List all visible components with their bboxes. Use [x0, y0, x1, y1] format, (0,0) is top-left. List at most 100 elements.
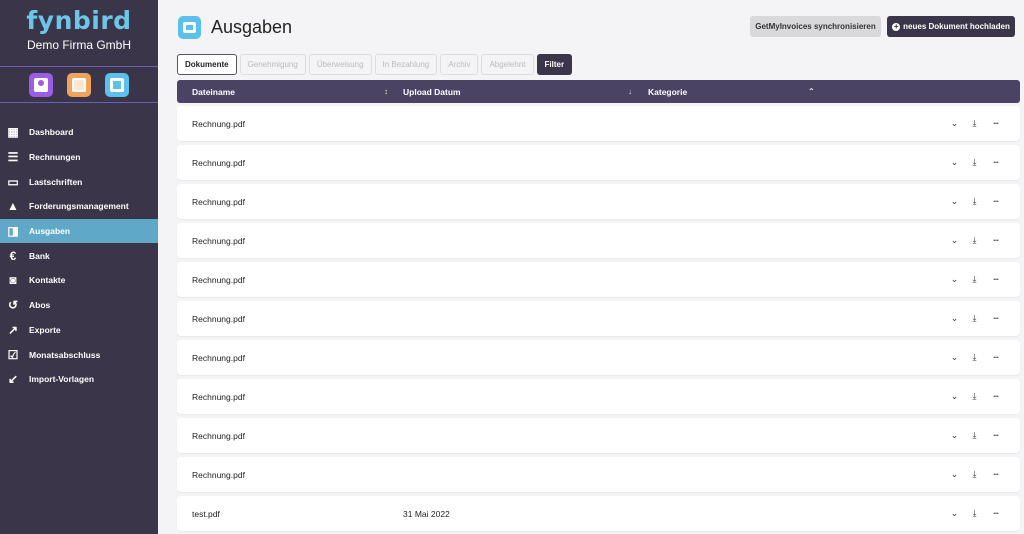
app-logo[interactable]: fynbird [0, 6, 158, 36]
more-options-icon[interactable]: ••• [990, 508, 1002, 520]
calendar-check-icon: ☑ [7, 347, 19, 362]
file-name[interactable]: Rechnung.pdf [192, 457, 245, 492]
document-list: Rechnung.pdf ⌄ ⤓ ••• Rechnung.pdf ⌄ ⤓ ••• Rechnu… [177, 106, 1020, 534]
download-icon[interactable]: ⤓ [970, 313, 979, 325]
file-name[interactable]: Rechnung.pdf [192, 262, 245, 297]
more-options-icon[interactable]: ••• [990, 391, 1002, 403]
table-row[interactable]: Rechnung.pdf ⌄ ⤓ ••• [177, 418, 1020, 453]
sidebar-item-forderungsmanagement[interactable]: ▲ Forderungsmanagement [0, 194, 158, 219]
download-icon[interactable]: ⤓ [970, 469, 979, 481]
sidebar-nav: ▦ Dashboard ☰ Rechnungen ▭ Lastschriften ▲ Ford… [0, 120, 158, 392]
sidebar-item-monatsabschluss[interactable]: ☑ Monatsabschluss [0, 342, 158, 367]
chevron-down-icon[interactable]: ⌄ [950, 157, 959, 169]
sidebar-item-import-vorlagen[interactable]: ↙ Import-Vorlagen [0, 367, 158, 392]
table-row[interactable]: Rechnung.pdf ⌄ ⤓ ••• [177, 262, 1020, 297]
more-options-icon[interactable]: ••• [990, 352, 1002, 364]
download-icon[interactable]: ⤓ [970, 274, 979, 286]
file-name[interactable]: Rechnung.pdf [192, 106, 245, 141]
sidebar-item-rechnungen[interactable]: ☰ Rechnungen [0, 145, 158, 170]
sidebar-item-kontakte[interactable]: ◙ Kontakte [0, 268, 158, 293]
sidebar-item-bank[interactable]: € Bank [0, 243, 158, 268]
row-actions: ⌄ ⤓ ••• [950, 301, 1002, 336]
file-name[interactable]: Rechnung.pdf [192, 301, 245, 336]
document-tabs: Dokumente Genehmigung Überweisung In Bezahl… [177, 54, 573, 75]
wallet-icon[interactable] [105, 72, 129, 97]
chevron-down-icon[interactable]: ⌄ [950, 430, 959, 442]
chevron-down-icon[interactable]: ⌄ [950, 196, 959, 208]
upload-document-button[interactable]: + neues Dokument hochladen [887, 16, 1015, 37]
download-icon[interactable]: ⤓ [970, 352, 979, 364]
tab-genehmigung[interactable]: Genehmigung [239, 54, 306, 75]
sort-down-icon[interactable]: ↓ [628, 80, 632, 103]
chevron-down-icon[interactable]: ⌄ [950, 274, 959, 286]
column-header-kategorie[interactable]: Kategorie [648, 80, 687, 103]
more-options-icon[interactable]: ••• [990, 235, 1002, 247]
table-row[interactable]: Rechnung.pdf ⌄ ⤓ ••• [177, 301, 1020, 336]
table-row[interactable]: Rechnung.pdf ⌄ ⤓ ••• [177, 223, 1020, 258]
main-content: Ausgaben GetMyInvoices synchronisieren +… [158, 0, 1024, 534]
contact-card-icon[interactable] [29, 72, 53, 97]
download-icon[interactable]: ⤓ [970, 118, 979, 130]
upload-document-label: neues Dokument hochladen [903, 22, 1010, 31]
company-name[interactable]: Demo Firma GmbH [0, 38, 158, 52]
chevron-down-icon[interactable]: ⌄ [950, 313, 959, 325]
more-options-icon[interactable]: ••• [990, 157, 1002, 169]
file-name[interactable]: Rechnung.pdf [192, 340, 245, 375]
column-header-dateiname[interactable]: Dateiname [192, 80, 235, 103]
download-icon[interactable]: ⤓ [970, 430, 979, 442]
tab-filter[interactable]: Filter [536, 54, 573, 75]
table-row[interactable]: Rechnung.pdf ⌄ ⤓ ••• [177, 340, 1020, 375]
file-name[interactable]: Rechnung.pdf [192, 184, 245, 219]
download-icon[interactable]: ⤓ [970, 391, 979, 403]
download-icon[interactable]: ⤓ [970, 508, 979, 520]
sidebar-item-ausgaben[interactable]: ◨ Ausgaben [0, 218, 158, 244]
table-row[interactable]: Rechnung.pdf ⌄ ⤓ ••• [177, 184, 1020, 219]
chevron-down-icon[interactable]: ⌄ [950, 235, 959, 247]
download-icon[interactable]: ⤓ [970, 157, 979, 169]
sidebar-item-lastschriften[interactable]: ▭ Lastschriften [0, 169, 158, 194]
more-options-icon[interactable]: ••• [990, 430, 1002, 442]
file-name[interactable]: test.pdf [192, 496, 220, 531]
warning-icon: ▲ [7, 199, 19, 214]
row-actions: ⌄ ⤓ ••• [950, 379, 1002, 414]
file-name[interactable]: Rechnung.pdf [192, 418, 245, 453]
tab-archiv[interactable]: Archiv [440, 54, 479, 75]
sidebar-item-label: Bank [29, 250, 50, 261]
chevron-down-icon[interactable]: ⌄ [950, 391, 959, 403]
sidebar-item-label: Lastschriften [29, 176, 83, 187]
table-row[interactable]: test.pdf 31 Mai 2022 ⌄ ⤓ ••• [177, 496, 1020, 531]
sidebar-item-label: Dashboard [29, 127, 74, 138]
tab-dokumente[interactable]: Dokumente [177, 54, 237, 75]
document-list-icon[interactable] [67, 72, 91, 97]
sidebar-item-exporte[interactable]: ↗ Exporte [0, 318, 158, 343]
more-options-icon[interactable]: ••• [990, 469, 1002, 481]
more-options-icon[interactable]: ••• [990, 118, 1002, 130]
sort-both-icon[interactable]: ↕ [384, 80, 388, 103]
file-name[interactable]: Rechnung.pdf [192, 223, 245, 258]
chevron-down-icon[interactable]: ⌄ [950, 508, 959, 520]
download-icon[interactable]: ⤓ [970, 196, 979, 208]
more-options-icon[interactable]: ••• [990, 313, 1002, 325]
file-name[interactable]: Rechnung.pdf [192, 145, 245, 180]
chevron-down-icon[interactable]: ⌄ [950, 352, 959, 364]
tab--berweisung[interactable]: Überweisung [308, 54, 372, 75]
tab-abgelehnt[interactable]: Abgelehnt [481, 54, 534, 75]
sort-collapse-icon[interactable]: ⌃ [808, 80, 815, 103]
sidebar-item-abos[interactable]: ↺ Abos [0, 293, 158, 318]
more-options-icon[interactable]: ••• [990, 196, 1002, 208]
tab-in-bezahlung[interactable]: In Bezahlung [374, 54, 438, 75]
table-row[interactable]: Rechnung.pdf ⌄ ⤓ ••• [177, 106, 1020, 141]
table-row[interactable]: Rechnung.pdf ⌄ ⤓ ••• [177, 457, 1020, 492]
table-row[interactable]: Rechnung.pdf ⌄ ⤓ ••• [177, 145, 1020, 180]
table-row[interactable]: Rechnung.pdf ⌄ ⤓ ••• [177, 379, 1020, 414]
chevron-down-icon[interactable]: ⌄ [950, 469, 959, 481]
column-header-upload-datum[interactable]: Upload Datum [403, 80, 461, 103]
sidebar-item-label: Exporte [29, 324, 61, 335]
sync-getmyinvoices-button[interactable]: GetMyInvoices synchronisieren [750, 16, 881, 37]
download-icon[interactable]: ⤓ [970, 235, 979, 247]
file-name[interactable]: Rechnung.pdf [192, 379, 245, 414]
brand: fynbird Demo Firma GmbH [0, 0, 158, 52]
sidebar-item-dashboard[interactable]: ▦ Dashboard [0, 120, 158, 145]
more-options-icon[interactable]: ••• [990, 274, 1002, 286]
chevron-down-icon[interactable]: ⌄ [950, 118, 959, 130]
